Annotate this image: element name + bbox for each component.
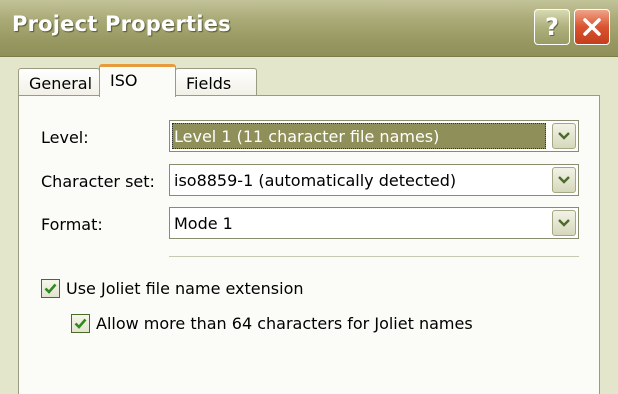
iso-tab-panel: Level: Level 1 (11 character file names)… <box>18 95 600 394</box>
charset-select[interactable]: iso8859-1 (automatically detected) <box>169 164 579 196</box>
tab-iso-label: ISO <box>110 71 138 90</box>
project-properties-dialog: Project Properties ? General Fields ISO … <box>0 0 618 394</box>
joliet-checkbox[interactable] <box>41 279 60 298</box>
chevron-down-icon <box>558 176 570 184</box>
tab-general-label: General <box>29 74 93 93</box>
window-title: Project Properties <box>12 12 231 36</box>
charset-select-value: iso8859-1 (automatically detected) <box>174 171 457 190</box>
chevron-down-icon <box>558 132 570 140</box>
checkmark-icon <box>74 318 87 329</box>
chevron-down-icon <box>558 219 570 227</box>
section-divider <box>169 256 579 257</box>
joliet-checkbox-label: Use Joliet file name extension <box>66 279 304 298</box>
format-dropdown-button[interactable] <box>552 210 576 236</box>
format-label: Format: <box>41 215 103 234</box>
charset-dropdown-button[interactable] <box>552 167 576 193</box>
tab-iso[interactable]: ISO <box>99 64 176 97</box>
joliet-long-names-checkbox[interactable] <box>71 314 90 333</box>
help-icon: ? <box>545 13 559 41</box>
joliet-long-names-label: Allow more than 64 characters for Joliet… <box>96 314 473 333</box>
close-icon <box>583 18 601 36</box>
title-bar[interactable]: Project Properties ? <box>0 0 618 57</box>
level-select-value: Level 1 (11 character file names) <box>174 127 440 146</box>
format-select[interactable]: Mode 1 <box>169 207 579 239</box>
format-select-value: Mode 1 <box>174 214 233 233</box>
tab-fields-label: Fields <box>186 74 232 93</box>
level-dropdown-button[interactable] <box>552 123 576 149</box>
joliet-long-names-option[interactable]: Allow more than 64 characters for Joliet… <box>71 314 473 333</box>
checkmark-icon <box>44 283 57 294</box>
tab-general[interactable]: General <box>18 68 100 96</box>
level-select[interactable]: Level 1 (11 character file names) <box>169 120 579 152</box>
close-button[interactable] <box>574 9 610 45</box>
joliet-option[interactable]: Use Joliet file name extension <box>41 279 304 298</box>
charset-label: Character set: <box>41 172 155 191</box>
level-label: Level: <box>41 128 89 147</box>
tab-fields[interactable]: Fields <box>175 68 257 96</box>
help-button[interactable]: ? <box>534 9 570 45</box>
